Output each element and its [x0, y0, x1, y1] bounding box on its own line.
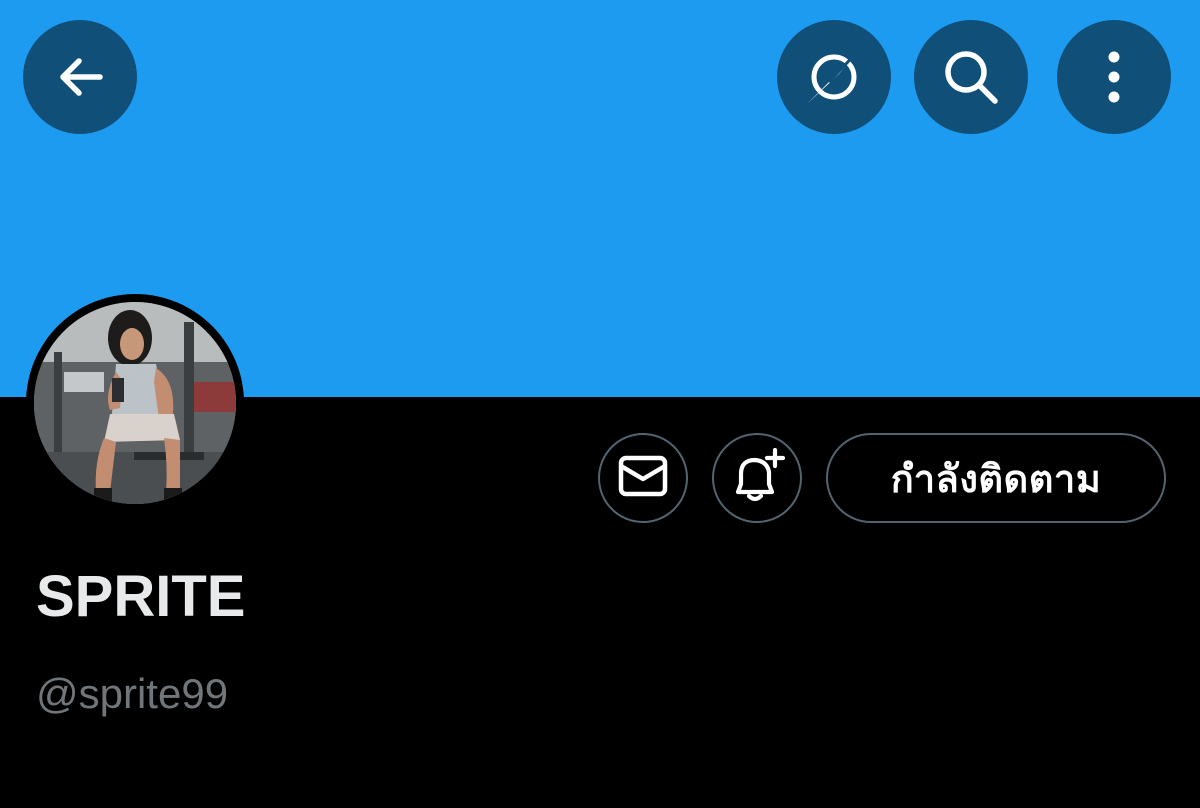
- search-button[interactable]: [914, 20, 1028, 134]
- following-button[interactable]: กำลังติดตาม: [826, 433, 1166, 523]
- envelope-icon: [618, 455, 668, 502]
- message-button[interactable]: [598, 433, 688, 523]
- more-vertical-icon: [1104, 49, 1124, 105]
- bell-plus-icon: [729, 447, 786, 509]
- more-options-button[interactable]: [1057, 20, 1171, 134]
- search-icon: [940, 46, 1002, 108]
- following-label: กำลังติดตาม: [890, 458, 1102, 501]
- notifications-button[interactable]: [712, 433, 802, 523]
- avatar-border: [26, 294, 244, 512]
- translate-off-button[interactable]: [777, 20, 891, 134]
- translate-off-icon: [801, 44, 867, 110]
- display-name: SPRITE: [36, 564, 246, 629]
- avatar[interactable]: [34, 302, 236, 504]
- user-handle: @sprite99: [36, 670, 229, 717]
- back-button[interactable]: [23, 20, 137, 134]
- profile-page: กำลังติดตาม SPRITE @sprite99: [0, 0, 1200, 808]
- back-icon: [52, 49, 108, 105]
- avatar-photo: [34, 302, 236, 504]
